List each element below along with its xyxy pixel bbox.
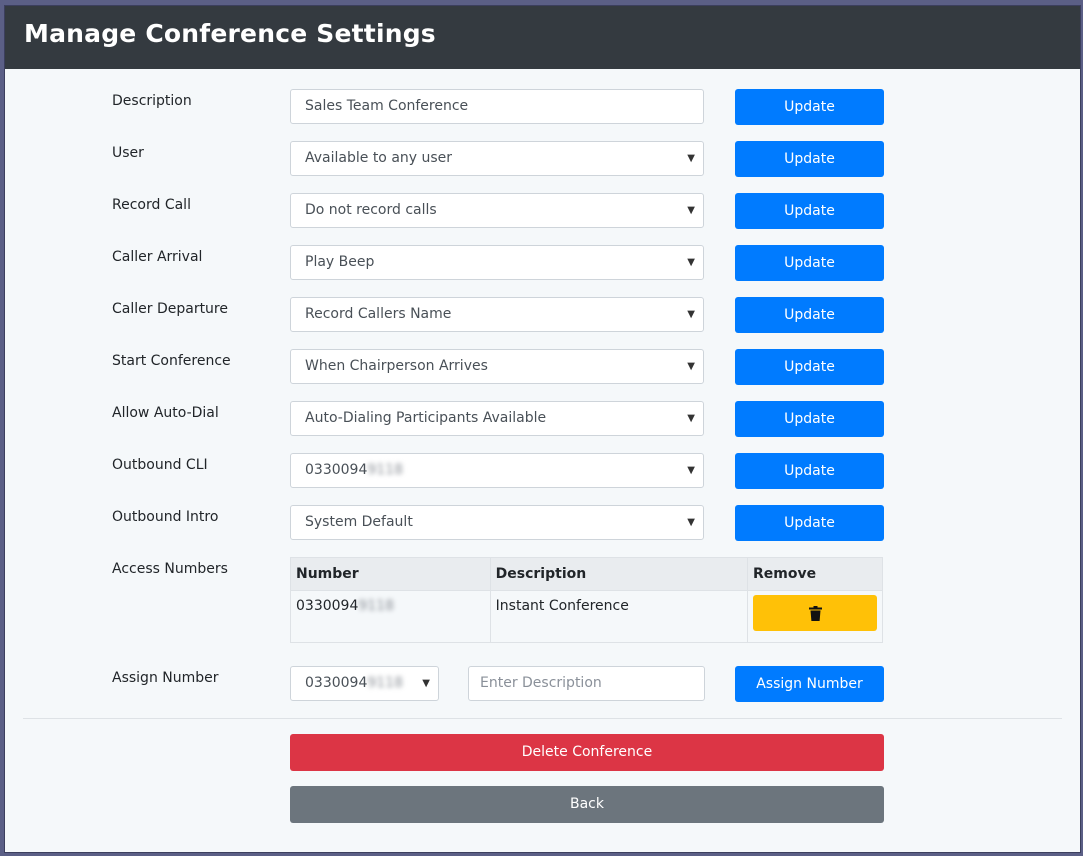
access-numbers-table: Number Description Remove 03300949118 In… — [290, 557, 883, 643]
description-input[interactable]: Sales Team Conference — [290, 89, 704, 124]
outbound-cli-select-value: 0330094 — [305, 462, 368, 478]
description-value: Sales Team Conference — [305, 98, 469, 114]
caller-arrival-select-value: Play Beep — [305, 254, 375, 270]
delete-conference-button[interactable]: Delete Conference — [290, 734, 884, 771]
update-caller-arrival-button[interactable]: Update — [735, 245, 884, 281]
table-row: 03300949118 Instant Conference — [290, 590, 883, 643]
page-header: Manage Conference Settings — [5, 6, 1080, 69]
column-header-remove: Remove — [747, 557, 883, 591]
start-conference-label: Start Conference — [112, 353, 231, 369]
access-description-cell: Instant Conference — [489, 590, 749, 643]
start-conference-select-value: When Chairperson Arrives — [305, 358, 488, 374]
caret-down-icon: ▼ — [687, 205, 695, 216]
record-call-select-value: Do not record calls — [305, 202, 437, 218]
update-outbound-cli-button[interactable]: Update — [735, 453, 884, 489]
outbound-cli-redacted-digits: 9118 — [367, 462, 403, 478]
assign-number-redacted-digits: 9118 — [367, 675, 403, 691]
update-caller-departure-button[interactable]: Update — [735, 297, 884, 333]
settings-panel: Manage Conference Settings Description S… — [5, 6, 1080, 852]
outbound-cli-label: Outbound CLI — [112, 457, 208, 473]
update-user-button[interactable]: Update — [735, 141, 884, 177]
caller-arrival-select[interactable]: Play Beep ▼ — [290, 245, 704, 280]
outbound-intro-select-value: System Default — [305, 514, 413, 530]
access-number-value: 0330094 — [296, 598, 359, 614]
column-header-number: Number — [290, 557, 491, 591]
page-title: Manage Conference Settings — [24, 19, 436, 48]
update-record-call-button[interactable]: Update — [735, 193, 884, 229]
caret-down-icon: ▼ — [687, 257, 695, 268]
record-call-select[interactable]: Do not record calls ▼ — [290, 193, 704, 228]
caret-down-icon: ▼ — [687, 153, 695, 164]
user-label: User — [112, 145, 144, 161]
user-select-value: Available to any user — [305, 150, 453, 166]
caller-arrival-label: Caller Arrival — [112, 249, 203, 265]
assign-number-select[interactable]: 03300949118 ▼ — [290, 666, 439, 701]
caret-down-icon: ▼ — [687, 517, 695, 528]
update-start-conference-button[interactable]: Update — [735, 349, 884, 385]
access-number-cell: 03300949118 — [290, 590, 491, 643]
caret-down-icon: ▼ — [687, 309, 695, 320]
divider — [23, 718, 1062, 719]
access-numbers-label: Access Numbers — [112, 561, 228, 577]
update-allow-auto-dial-button[interactable]: Update — [735, 401, 884, 437]
assign-number-button[interactable]: Assign Number — [735, 666, 884, 702]
record-call-label: Record Call — [112, 197, 191, 213]
start-conference-select[interactable]: When Chairperson Arrives ▼ — [290, 349, 704, 384]
outbound-intro-select[interactable]: System Default ▼ — [290, 505, 704, 540]
allow-auto-dial-select[interactable]: Auto-Dialing Participants Available ▼ — [290, 401, 704, 436]
assign-number-label: Assign Number — [112, 670, 219, 686]
allow-auto-dial-select-value: Auto-Dialing Participants Available — [305, 410, 547, 426]
caret-down-icon: ▼ — [687, 413, 695, 424]
back-button[interactable]: Back — [290, 786, 884, 823]
allow-auto-dial-label: Allow Auto-Dial — [112, 405, 219, 421]
assign-description-placeholder: Enter Description — [480, 675, 602, 691]
column-header-description: Description — [489, 557, 749, 591]
description-label: Description — [112, 93, 192, 109]
caret-down-icon: ▼ — [422, 678, 430, 689]
assign-number-select-value: 0330094 — [305, 675, 368, 691]
user-select[interactable]: Available to any user ▼ — [290, 141, 704, 176]
outbound-intro-label: Outbound Intro — [112, 509, 219, 525]
remove-access-number-button[interactable] — [753, 595, 877, 631]
remove-cell — [747, 590, 883, 643]
access-number-redacted-digits: 9118 — [358, 598, 394, 614]
trash-icon — [808, 605, 822, 621]
caller-departure-select-value: Record Callers Name — [305, 306, 452, 322]
table-header-row: Number Description Remove — [290, 557, 883, 591]
update-description-button[interactable]: Update — [735, 89, 884, 125]
caller-departure-label: Caller Departure — [112, 301, 228, 317]
caller-departure-select[interactable]: Record Callers Name ▼ — [290, 297, 704, 332]
assign-description-input[interactable]: Enter Description — [468, 666, 705, 701]
caret-down-icon: ▼ — [687, 361, 695, 372]
outbound-cli-select[interactable]: 03300949118 ▼ — [290, 453, 704, 488]
caret-down-icon: ▼ — [687, 465, 695, 476]
update-outbound-intro-button[interactable]: Update — [735, 505, 884, 541]
